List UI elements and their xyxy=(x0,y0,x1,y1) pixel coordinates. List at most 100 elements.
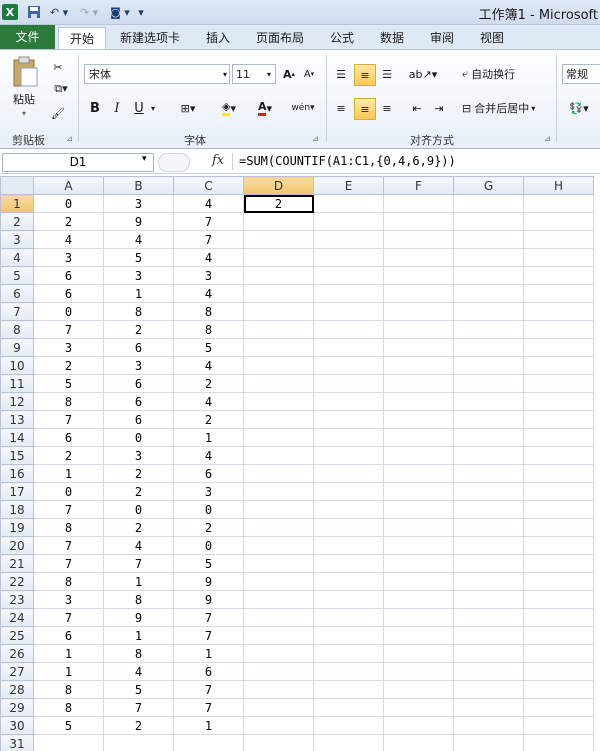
cell[interactable] xyxy=(523,284,594,303)
cell[interactable] xyxy=(453,230,524,249)
row-header[interactable]: 1 xyxy=(0,194,34,213)
row-header[interactable]: 15 xyxy=(0,446,34,465)
cell[interactable] xyxy=(383,554,454,573)
align-center-icon[interactable]: ≡ xyxy=(354,98,376,120)
formula-input[interactable]: =SUM(COUNTIF(A1:C1,{0,4,6,9})) xyxy=(232,153,598,170)
cell[interactable] xyxy=(453,572,524,591)
cell[interactable] xyxy=(523,212,594,231)
cell[interactable]: 7 xyxy=(33,410,104,429)
cell[interactable] xyxy=(523,374,594,393)
cell[interactable] xyxy=(523,266,594,285)
cell[interactable]: 6 xyxy=(33,266,104,285)
merge-center-button[interactable]: ⊟ 合并后居中 ▾ xyxy=(462,98,554,118)
cell[interactable] xyxy=(523,590,594,609)
cell[interactable] xyxy=(243,212,314,231)
cell[interactable]: 8 xyxy=(173,302,244,321)
row-header[interactable]: 11 xyxy=(0,374,34,393)
cell[interactable] xyxy=(313,338,384,357)
cell[interactable] xyxy=(243,626,314,645)
formula-bar-collapse-handle[interactable] xyxy=(158,153,190,172)
cell[interactable] xyxy=(243,320,314,339)
cell[interactable] xyxy=(453,446,524,465)
cell[interactable] xyxy=(523,518,594,537)
cell[interactable] xyxy=(313,392,384,411)
cell[interactable] xyxy=(523,608,594,627)
number-format-dropdown[interactable]: 常规 xyxy=(562,64,600,84)
cell[interactable] xyxy=(383,446,454,465)
cell[interactable] xyxy=(453,716,524,735)
cut-icon[interactable]: ✂ xyxy=(48,58,68,76)
cell[interactable]: 7 xyxy=(33,554,104,573)
cell[interactable]: 5 xyxy=(103,248,174,267)
align-bottom-icon[interactable]: ☰ xyxy=(378,64,396,84)
cell[interactable] xyxy=(523,356,594,375)
cell[interactable] xyxy=(313,374,384,393)
cell[interactable]: 8 xyxy=(103,644,174,663)
cell[interactable] xyxy=(173,734,244,751)
tab-formulas[interactable]: 公式 xyxy=(322,27,362,49)
cell[interactable]: 8 xyxy=(33,680,104,699)
cell[interactable] xyxy=(523,698,594,717)
cell[interactable] xyxy=(313,428,384,447)
cell[interactable]: 6 xyxy=(33,284,104,303)
shrink-font-icon[interactable]: A ▾ xyxy=(300,64,318,84)
row-header[interactable]: 10 xyxy=(0,356,34,375)
cell[interactable]: 5 xyxy=(103,680,174,699)
cell[interactable] xyxy=(383,230,454,249)
cell[interactable]: 7 xyxy=(33,536,104,555)
cell[interactable] xyxy=(523,230,594,249)
tab-page-layout[interactable]: 页面布局 xyxy=(248,27,312,49)
cell[interactable] xyxy=(453,734,524,751)
bold-button[interactable]: B xyxy=(86,98,104,118)
cell[interactable]: 5 xyxy=(173,554,244,573)
cell[interactable] xyxy=(523,536,594,555)
clipboard-launcher-icon[interactable]: ⊿ xyxy=(66,134,74,143)
cell[interactable]: 4 xyxy=(103,536,174,555)
cell[interactable] xyxy=(453,320,524,339)
tab-review[interactable]: 审阅 xyxy=(422,27,462,49)
cell[interactable] xyxy=(383,626,454,645)
cell[interactable]: 8 xyxy=(33,518,104,537)
row-header[interactable]: 6 xyxy=(0,284,34,303)
cell[interactable] xyxy=(453,284,524,303)
cell[interactable] xyxy=(523,428,594,447)
cell[interactable] xyxy=(453,482,524,501)
cell[interactable] xyxy=(243,518,314,537)
cell[interactable]: 2 xyxy=(103,482,174,501)
cell[interactable] xyxy=(523,464,594,483)
cell[interactable]: 2 xyxy=(173,518,244,537)
cell[interactable] xyxy=(383,608,454,627)
cell[interactable]: 4 xyxy=(173,194,244,213)
cell[interactable] xyxy=(313,608,384,627)
cell[interactable]: 3 xyxy=(103,194,174,213)
cell[interactable]: 1 xyxy=(173,716,244,735)
cell[interactable] xyxy=(383,374,454,393)
cell[interactable] xyxy=(313,464,384,483)
font-name-dropdown-icon[interactable]: ▾ xyxy=(220,66,230,82)
cell[interactable]: 2 xyxy=(103,320,174,339)
cell[interactable]: 3 xyxy=(103,266,174,285)
cell[interactable] xyxy=(313,536,384,555)
cell[interactable] xyxy=(453,464,524,483)
cell[interactable] xyxy=(453,500,524,519)
cell[interactable] xyxy=(313,734,384,751)
cell[interactable]: 2 xyxy=(33,446,104,465)
cell[interactable]: 6 xyxy=(103,392,174,411)
cell[interactable]: 1 xyxy=(33,644,104,663)
cell[interactable] xyxy=(523,320,594,339)
row-header[interactable]: 9 xyxy=(0,338,34,357)
cell[interactable]: 0 xyxy=(173,500,244,519)
row-header[interactable]: 16 xyxy=(0,464,34,483)
cell[interactable] xyxy=(243,338,314,357)
cell[interactable] xyxy=(383,500,454,519)
cell[interactable]: 4 xyxy=(173,392,244,411)
cell[interactable]: 6 xyxy=(173,662,244,681)
row-header[interactable]: 21 xyxy=(0,554,34,573)
cell[interactable] xyxy=(453,428,524,447)
cell[interactable] xyxy=(313,698,384,717)
cell[interactable]: 7 xyxy=(173,608,244,627)
cell[interactable] xyxy=(523,680,594,699)
cell[interactable] xyxy=(383,536,454,555)
cell[interactable]: 9 xyxy=(103,212,174,231)
cell[interactable] xyxy=(523,734,594,751)
